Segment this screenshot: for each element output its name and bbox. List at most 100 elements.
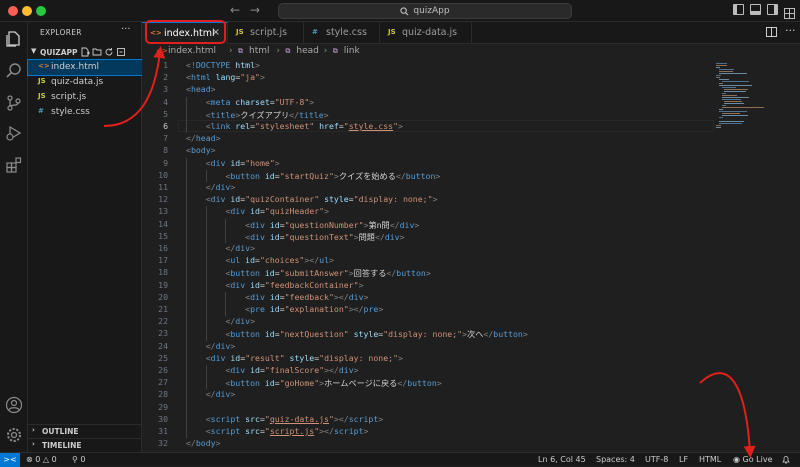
code-token: div: [235, 243, 251, 253]
minimap-line: [716, 75, 721, 76]
code-token: >: [323, 109, 329, 120]
outline-label: OUTLINE: [42, 427, 79, 436]
remote-indicator[interactable]: ><: [0, 453, 20, 467]
code-line[interactable]: <div id="quizContainer" style="display: …: [186, 194, 438, 205]
new-folder-icon[interactable]: [92, 47, 102, 57]
customize-layout-icon[interactable]: [784, 4, 795, 19]
code-line[interactable]: </head>: [186, 133, 221, 143]
code-line[interactable]: <meta charset="UTF-8">: [186, 97, 314, 107]
line-number: 1: [163, 60, 168, 70]
file-item-quiz-data-js[interactable]: JS quiz-data.js: [28, 75, 142, 90]
code-line[interactable]: <pre id="explanation"></pre>: [186, 304, 383, 314]
code-line[interactable]: </div>: [186, 182, 236, 192]
code-line[interactable]: <head>: [186, 84, 216, 94]
code-token: style: [319, 194, 349, 205]
code-token: button: [230, 268, 260, 279]
code-token: "stylesheet": [255, 121, 315, 131]
code-line[interactable]: </div>: [186, 243, 255, 253]
timeline-section[interactable]: › TIMELINE: [28, 438, 142, 452]
encoding[interactable]: UTF-8: [645, 455, 668, 464]
code-line[interactable]: </div>: [186, 341, 236, 351]
command-center-search[interactable]: quizApp: [278, 3, 572, 19]
forward-arrow-icon[interactable]: →: [250, 3, 260, 17]
bell-icon[interactable]: [782, 455, 790, 466]
code-token: ></: [333, 413, 349, 424]
cursor-position[interactable]: Ln 6, Col 45: [538, 455, 586, 464]
breadcrumb-item[interactable]: link: [344, 46, 360, 56]
breadcrumb-item[interactable]: index.html: [168, 46, 216, 56]
code-line[interactable]: <script src="script.js"></script>: [186, 426, 369, 436]
explorer-files-icon[interactable]: [5, 30, 23, 48]
code-line[interactable]: </div>: [186, 389, 236, 399]
code-line[interactable]: <link rel="stylesheet" href="style.css">: [186, 121, 403, 131]
collapse-all-icon[interactable]: [116, 47, 126, 57]
code-line[interactable]: <div id="finalScore"></div>: [186, 365, 358, 375]
file-item-style-css[interactable]: # style.css: [28, 105, 142, 120]
code-line[interactable]: <ul id="choices"></ul>: [186, 255, 334, 265]
outline-section[interactable]: › OUTLINE: [28, 424, 142, 438]
code-token: >: [250, 243, 256, 253]
code-line[interactable]: <button id="goHome">ホームページに戻る</button>: [186, 377, 441, 389]
minimap[interactable]: [714, 59, 784, 452]
folder-header[interactable]: ▼ QUIZAPP: [28, 46, 142, 60]
code-token: </: [397, 378, 408, 389]
back-arrow-icon[interactable]: ←: [230, 3, 240, 17]
source-control-icon[interactable]: [5, 94, 23, 112]
code-line[interactable]: <body>: [186, 145, 216, 155]
code-line[interactable]: <div id="quizHeader">: [186, 206, 329, 216]
code-line[interactable]: </body>: [186, 438, 221, 448]
code-line[interactable]: <!DOCTYPE html>: [186, 60, 260, 70]
code-line[interactable]: <title>クイズアプリ</title>: [186, 109, 329, 121]
editor-more-icon[interactable]: ···: [785, 24, 796, 37]
split-editor-icon[interactable]: [766, 27, 777, 37]
maximize-window-button[interactable]: [36, 6, 46, 16]
search-icon[interactable]: [5, 62, 23, 80]
indentation[interactable]: Spaces: 4: [596, 455, 635, 464]
code-token: pre: [363, 304, 379, 314]
language-mode[interactable]: HTML: [699, 455, 721, 464]
minimap-line: [721, 93, 726, 94]
tab-style-css[interactable]: # style.css: [304, 22, 380, 44]
code-line[interactable]: <div id="feedbackContainer">: [186, 280, 363, 290]
file-item-index-html[interactable]: <> index.html: [27, 59, 143, 76]
code-line[interactable]: <button id="submitAnswer">回答する</button>: [186, 267, 430, 279]
code-line[interactable]: <div id="home">: [186, 158, 280, 168]
code-line[interactable]: <div id="questionNumber">第n問</div>: [186, 219, 419, 231]
go-live-button[interactable]: ◉ Go Live: [733, 455, 773, 464]
close-window-button[interactable]: [8, 6, 18, 16]
breadcrumb-item[interactable]: head: [296, 46, 318, 56]
problems-indicator[interactable]: ⊗ 0 △ 0: [26, 455, 57, 464]
toggle-panel-icon[interactable]: [750, 4, 761, 15]
ports-indicator[interactable]: ⚲ 0: [72, 455, 86, 464]
line-number: 10: [158, 169, 168, 180]
code-line[interactable]: <script src="quiz-data.js"></script>: [186, 413, 384, 424]
file-item-script-js[interactable]: JS script.js: [28, 90, 142, 105]
settings-gear-icon[interactable]: [5, 426, 23, 444]
toggle-secondary-sidebar-icon[interactable]: [767, 4, 778, 15]
end-of-line[interactable]: LF: [679, 455, 688, 464]
code-token: 回答する: [353, 268, 387, 279]
minimize-window-button[interactable]: [22, 6, 32, 16]
toggle-sidebar-icon[interactable]: [733, 4, 744, 15]
account-icon[interactable]: [5, 396, 23, 414]
line-number: 24: [158, 340, 168, 351]
code-line[interactable]: <div id="result" style="display: none;">: [186, 353, 403, 363]
extensions-icon[interactable]: [5, 156, 23, 174]
code-line[interactable]: <div id="feedback"></div>: [186, 292, 368, 302]
code-editor[interactable]: 1 2 3 4 5 6 7 8 9 10 11 12 13 14 15 16 17 18 19 20 21 22 23 24 2…: [142, 59, 800, 452]
tab-quiz-data-js[interactable]: JS quiz-data.js: [380, 22, 472, 44]
new-file-icon[interactable]: [80, 47, 90, 57]
refresh-icon[interactable]: [104, 47, 114, 57]
code-line[interactable]: <button id="startQuiz">クイズを始める</button>: [186, 170, 440, 182]
tab-script-js[interactable]: JS script.js: [228, 22, 304, 44]
code-line[interactable]: <button id="nextQuestion" style="display…: [186, 328, 527, 340]
code-line[interactable]: </div>: [186, 316, 255, 326]
explorer-more-icon[interactable]: ···: [121, 24, 131, 35]
code-line[interactable]: <div id="questionText">問題</div>: [186, 231, 405, 243]
breadcrumb-item[interactable]: html: [249, 46, 270, 56]
code-line[interactable]: <html lang="ja">: [186, 72, 265, 82]
run-debug-icon[interactable]: [5, 124, 23, 142]
code-token: >: [399, 231, 405, 242]
